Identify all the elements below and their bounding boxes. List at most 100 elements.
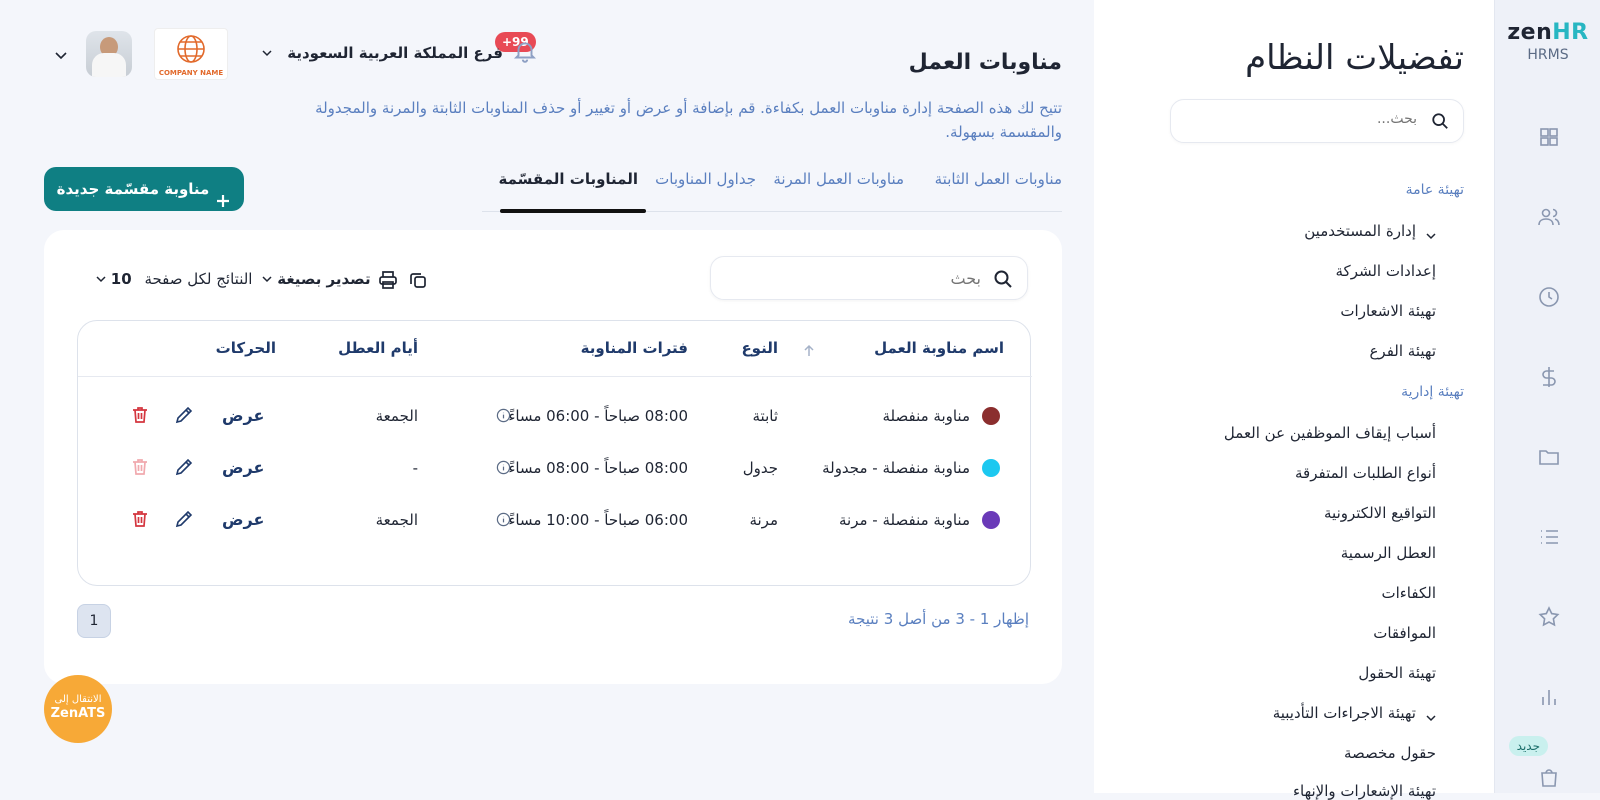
dollar-icon[interactable] [1537,365,1561,389]
shifts-card: تصدير بصيغة النتائج لكل صفحة 10 اسم مناو… [44,230,1062,684]
shift-color-dot [982,407,1000,425]
pagination-page-1[interactable]: 1 [77,604,111,638]
chevron-down-icon [96,270,106,283]
shift-name: مناوبة منفصلة - مرنة [838,511,970,529]
bar-chart-icon[interactable] [1537,685,1561,709]
table-row: مناوبة منفصلة ثابتة 08:00 صباحاً - 06:00… [78,391,1032,443]
sort-arrow-up-icon[interactable] [802,343,816,357]
shift-type: مرنة [749,511,778,529]
tab-split-shifts[interactable]: المناوبات المقسّمة [498,170,638,188]
print-icon[interactable] [378,270,398,290]
clock-icon[interactable] [1537,285,1561,309]
edit-icon[interactable] [174,457,194,477]
new-split-shift-button[interactable]: مناوبة مقسّمة جديدة [44,167,244,211]
settings-item-holidays[interactable]: العطل الرسمية [1341,544,1436,562]
new-badge: جديد [1508,736,1548,756]
zenats-switch-button[interactable]: الانتقال إلى ZenATS [44,675,112,743]
settings-panel: تفضيلات النظام تهيئة عامة إدارة المستخدم… [1094,0,1494,800]
column-header-off-days: أيام العطل [338,339,418,357]
settings-search-input[interactable] [1199,110,1419,128]
branch-selector[interactable]: فرع المملكة العربية السعودية [262,44,503,62]
edit-icon[interactable] [174,509,194,529]
tab-shift-schedules[interactable]: جداول المناوبات [655,170,756,188]
shift-type: جدول [742,459,778,477]
new-split-shift-label: مناوبة مقسّمة جديدة [56,180,210,198]
globe-icon [177,35,205,63]
edit-icon[interactable] [174,405,194,425]
table-search[interactable] [710,256,1028,300]
shift-off-days: - [412,459,418,477]
settings-item-label: إدارة المستخدمين [1304,222,1416,240]
shift-period: 08:00 صباحاً - 08:00 مساءً [508,459,688,477]
view-link[interactable]: عرض [222,510,264,529]
users-icon[interactable] [1537,205,1561,229]
view-link[interactable]: عرض [222,458,264,477]
company-logo-text: COMPANY NAME [158,69,224,77]
settings-item-approvals[interactable]: الموافقات [1373,624,1436,642]
list-icon[interactable] [1537,525,1561,549]
settings-item-request-types[interactable]: أنواع الطلبات المتفرقة [1295,464,1436,482]
folder-icon[interactable] [1537,445,1561,469]
settings-item-notifications[interactable]: تهيئة الاشعارات [1340,302,1436,320]
view-link[interactable]: عرض [222,406,264,425]
zenhr-logo[interactable]: zenHR HRMS [1495,20,1600,63]
chevron-down-icon [1426,709,1436,721]
tab-fixed-shifts[interactable]: مناوبات العمل الثابتة [935,170,1062,188]
info-icon[interactable] [496,408,511,423]
star-icon[interactable] [1537,605,1561,629]
bell-icon[interactable] [512,38,538,64]
active-tab-indicator [500,209,646,213]
column-header-actions: الحركات [215,339,276,357]
logo-hr: HR [1552,20,1589,45]
dashboard-grid-icon[interactable] [1537,125,1561,149]
column-header-name[interactable]: اسم مناوبة العمل [874,339,1004,357]
trash-icon [130,457,150,477]
export-dropdown[interactable]: تصدير بصيغة [262,270,371,288]
settings-item-fields[interactable]: تهيئة الحقول [1358,664,1436,682]
table-row: مناوبة منفصلة - مجدولة جدول 08:00 صباحاً… [78,443,1032,495]
shift-name: مناوبة منفصلة [882,407,970,425]
shopping-bag-icon[interactable] [1537,765,1561,789]
tab-bar: مناوبات العمل الثابتة مناوبات العمل المر… [482,158,1062,213]
info-icon[interactable] [496,512,511,527]
shifts-table: اسم مناوبة العمل النوع فترات المناوبة أي… [77,320,1032,586]
avatar[interactable] [86,31,132,77]
page-description: تتيح لك هذه الصفحة إدارة مناوبات العمل ب… [315,99,1062,141]
branch-label: فرع المملكة العربية السعودية [287,44,503,62]
settings-search[interactable] [1170,99,1464,143]
table-search-input[interactable] [743,268,983,289]
settings-item-custom-fields[interactable]: حقول مخصصة [1344,744,1436,762]
search-icon [1431,112,1449,130]
settings-item-user-management[interactable]: إدارة المستخدمين [1304,222,1436,240]
shift-off-days: الجمعة [375,511,418,529]
trash-icon[interactable] [130,509,150,529]
shift-off-days: الجمعة [375,407,418,425]
tab-flexible-shifts[interactable]: مناوبات العمل المرنة [773,170,904,188]
settings-item-termination[interactable]: تهيئة الإشعارات والإنهاء [1293,782,1436,800]
info-icon[interactable] [496,460,511,475]
settings-item-branch[interactable]: تهيئة الفرع [1369,342,1436,360]
per-page-value: 10 [110,270,132,288]
shift-period: 06:00 صباحاً - 10:00 مساءً [508,511,688,529]
settings-item-company-settings[interactable]: إعدادات الشركة [1336,262,1436,280]
settings-group-general: تهيئة عامة [1405,182,1464,198]
settings-item-disciplinary[interactable]: تهيئة الاجراءات التأديبية [1273,704,1436,722]
per-page-label: النتائج لكل صفحة [144,270,253,288]
settings-item-competencies[interactable]: الكفاءات [1381,584,1436,602]
settings-title: تفضيلات النظام [1245,38,1464,78]
company-logo: COMPANY NAME [154,28,228,80]
per-page-selector[interactable]: النتائج لكل صفحة 10 [96,270,252,288]
trash-icon[interactable] [130,405,150,425]
settings-item-e-signatures[interactable]: التواقيع الالكترونية [1324,504,1436,522]
main-content: +99 فرع المملكة العربية السعودية COMPANY… [0,0,1094,793]
settings-item-suspension-reasons[interactable]: أسباب إيقاف الموظفين عن العمل [1224,424,1436,442]
copy-icon[interactable] [408,270,428,290]
settings-item-label: تهيئة الاجراءات التأديبية [1272,704,1416,722]
icon-rail: zenHR HRMS جديد [1494,0,1600,793]
table-header: اسم مناوبة العمل النوع فترات المناوبة أي… [78,321,1032,377]
zenats-label-line2: ZenATS [50,706,106,721]
table-row: مناوبة منفصلة - مرنة مرنة 06:00 صباحاً -… [78,495,1032,547]
column-header-period: فترات المناوبة [580,339,688,357]
plus-icon [215,182,231,207]
chevron-down-icon[interactable] [54,47,68,61]
